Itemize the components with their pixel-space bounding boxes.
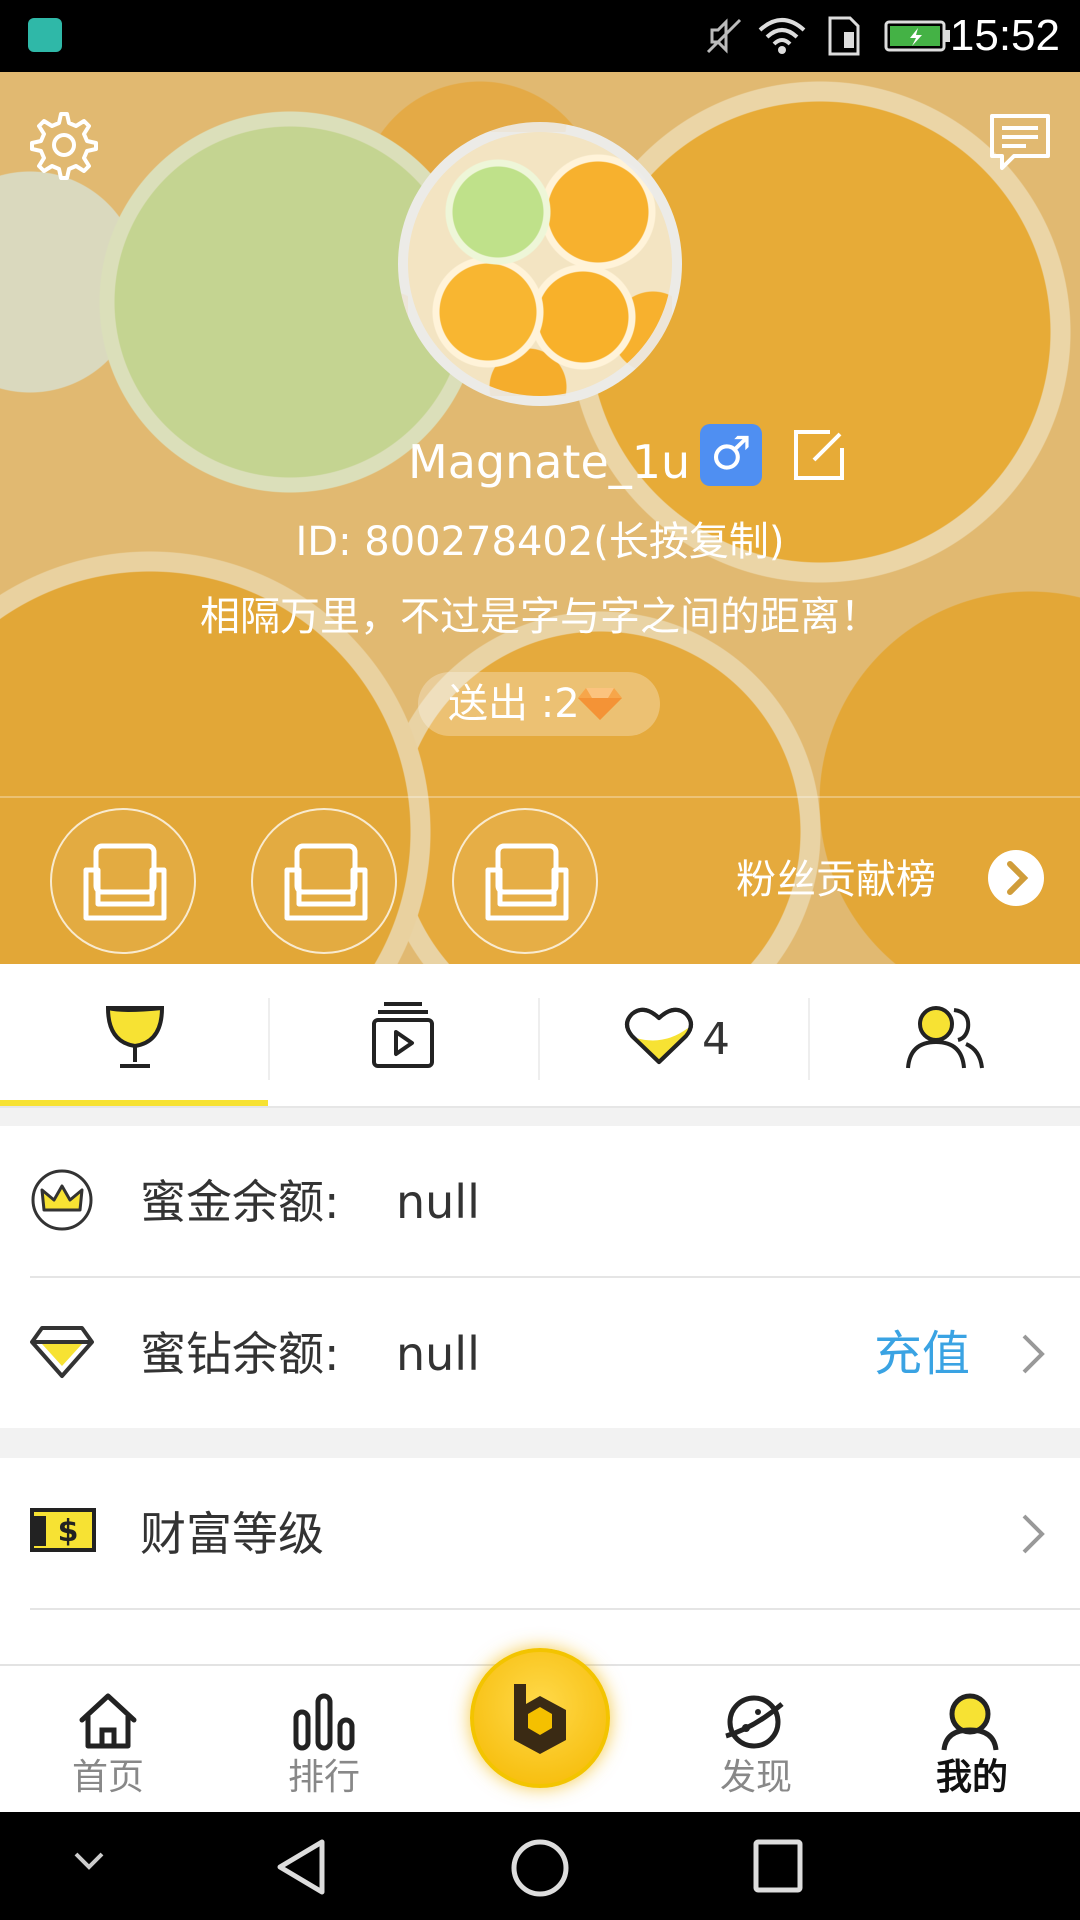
settings-icon[interactable] [24,108,98,182]
video-icon [372,1002,434,1068]
chevron-right-icon [1022,1334,1045,1374]
edit-icon[interactable] [790,426,848,484]
tab-followers[interactable] [810,964,1080,1106]
home-circle-icon[interactable] [510,1838,570,1898]
nav-profile-label: 我的 [935,1757,1008,1798]
gold-balance-value: null [396,1175,480,1229]
sofa-icon [284,843,368,921]
diamond-outline-icon [30,1326,94,1378]
diamond-balance-value: null [396,1327,480,1381]
gold-balance-label: 蜜金余额: [140,1175,340,1229]
heart-icon [625,1007,693,1064]
tab-trophy[interactable] [0,964,270,1106]
profile-icon [941,1693,999,1751]
planet-icon [725,1695,784,1749]
status-time: 15:52 [949,11,1060,60]
row-divider [30,1608,1080,1610]
nav-home[interactable]: 首页 [0,1666,216,1812]
trophy-icon [105,1006,165,1068]
signature: 相隔万里，不过是字与字之间的距离！ [200,594,880,640]
fans-ranking-button[interactable] [988,850,1044,906]
crown-icon [31,1169,93,1231]
back-icon[interactable] [274,1838,328,1896]
tab-videos[interactable] [270,964,540,1106]
diamond-icon [578,688,622,720]
sofa-icon [83,843,167,921]
likes-count: 4 [702,1014,730,1065]
sim-icon [828,16,860,56]
sent-gifts-pill[interactable]: 送出 :2 [418,672,660,736]
recharge-button[interactable]: 充值 [874,1324,970,1384]
wealth-level-label: 财富等级 [140,1507,324,1561]
collapse-icon[interactable] [72,1850,106,1874]
profile-tabs: 4 [0,964,1080,1108]
fans-ranking-label[interactable]: 粉丝贡献榜 [736,852,936,908]
chevron-right-icon [1007,861,1029,895]
chevron-right-icon [1022,1514,1045,1554]
diamond-balance-label: 蜜钻余额: [140,1327,340,1381]
header-divider [0,796,1080,798]
mute-icon [706,18,742,54]
status-bar: 15:52 [0,0,1080,72]
battery-charging-icon [884,20,950,52]
nav-home-label: 首页 [71,1757,144,1798]
active-tab-indicator [0,1100,268,1106]
recents-icon[interactable] [752,1838,804,1894]
money-icon: $ [30,1508,96,1552]
svg-text:$: $ [58,1514,79,1549]
sent-label: 送出 :2 [448,681,580,727]
gold-balance-row: 蜜金余额: null [0,1126,1080,1278]
nav-discover-label: 发现 [719,1757,792,1798]
home-icon [79,1693,137,1749]
fan-seat-1[interactable] [50,808,196,954]
section-gap [0,1428,1080,1458]
section-gap [0,1108,1080,1126]
nav-ranking[interactable]: 排行 [216,1666,432,1812]
nav-discover[interactable]: 发现 [648,1666,864,1812]
wealth-level-row[interactable]: $ 财富等级 [0,1458,1080,1610]
username-row: Magnate_1u ♂ [0,424,1080,504]
username: Magnate_1u [408,435,691,489]
fan-seat-2[interactable] [251,808,397,954]
ranking-icon [293,1693,355,1751]
tab-likes[interactable]: 4 [540,964,810,1106]
diamond-balance-row[interactable]: 蜜钻余额: null 充值 [0,1278,1080,1430]
center-logo-button[interactable] [470,1648,610,1788]
male-icon: ♂ [700,424,762,486]
fan-seat-3[interactable] [452,808,598,954]
nav-ranking-label: 排行 [287,1757,360,1798]
users-icon [906,1006,984,1069]
profile-header: Magnate_1u ♂ ID: 800278402(长按复制) 相隔万里，不过… [0,72,1080,964]
system-nav-bar [0,1812,1080,1920]
message-icon[interactable] [986,110,1054,178]
wifi-icon [758,18,806,54]
user-id[interactable]: ID: 800278402(长按复制) [0,512,1080,572]
center-logo-icon [514,1684,566,1754]
sofa-icon [485,843,569,921]
avatar[interactable] [398,122,682,406]
nav-profile[interactable]: 我的 [864,1666,1080,1812]
android-app-icon [28,18,62,52]
